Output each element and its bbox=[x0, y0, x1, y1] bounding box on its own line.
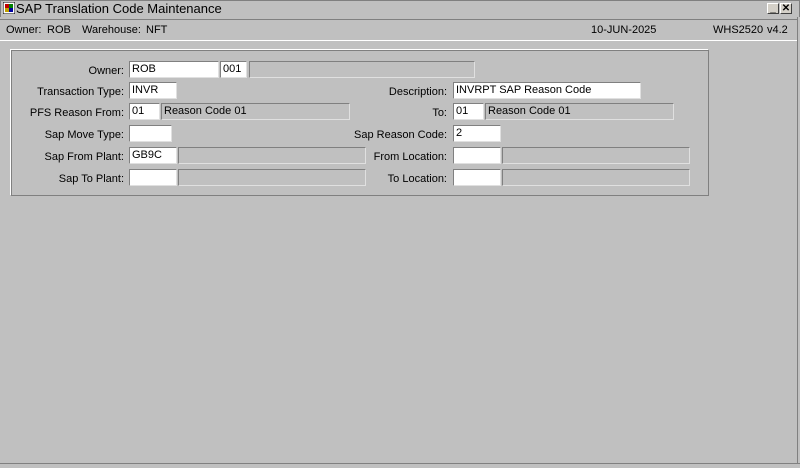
from-location-desc bbox=[502, 147, 690, 164]
transaction-type-label: Transaction Type: bbox=[37, 86, 124, 98]
owner-field[interactable]: ROB bbox=[129, 61, 219, 78]
close-button[interactable]: ✕ bbox=[780, 3, 792, 14]
transaction-type-field[interactable]: INVR bbox=[129, 82, 177, 99]
sap-to-plant-field[interactable] bbox=[129, 169, 177, 186]
window-title: SAP Translation Code Maintenance bbox=[16, 1, 222, 16]
to-field[interactable]: 01 bbox=[453, 103, 484, 120]
status-warehouse-value: NFT bbox=[146, 24, 168, 36]
to-location-desc bbox=[502, 169, 690, 186]
from-location-label: From Location: bbox=[373, 151, 447, 163]
status-bar: Owner: ROB Warehouse: NFT 10-JUN-2025 WH… bbox=[0, 19, 798, 41]
status-owner-value: ROB bbox=[47, 24, 71, 36]
sap-from-plant-field[interactable]: GB9C bbox=[129, 147, 177, 164]
status-date: 10-JUN-2025 bbox=[591, 24, 657, 36]
sap-from-plant-label: Sap From Plant: bbox=[44, 151, 124, 163]
owner-code-field[interactable]: 001 bbox=[220, 61, 247, 78]
sap-reason-code-label: Sap Reason Code: bbox=[354, 129, 447, 141]
sap-move-type-field[interactable] bbox=[129, 125, 172, 142]
app-icon bbox=[3, 2, 15, 14]
sap-to-plant-label: Sap To Plant: bbox=[58, 173, 124, 185]
sap-move-type-label: Sap Move Type: bbox=[44, 129, 124, 141]
to-label: To: bbox=[432, 107, 447, 119]
owner-name-display bbox=[249, 61, 475, 78]
from-location-field[interactable] bbox=[453, 147, 501, 164]
description-label: Description: bbox=[388, 86, 447, 98]
minimize-button[interactable]: _ bbox=[767, 3, 779, 14]
owner-label: Owner: bbox=[88, 65, 124, 77]
to-location-label: To Location: bbox=[387, 173, 447, 185]
window-bottom-border bbox=[0, 463, 800, 468]
status-module: WHS2520 bbox=[713, 24, 764, 36]
pfs-reason-from-desc: Reason Code 01 bbox=[161, 103, 350, 120]
pfs-reason-from-label: PFS Reason From: bbox=[29, 107, 124, 119]
sap-from-plant-desc bbox=[178, 147, 366, 164]
status-warehouse-label: Warehouse: bbox=[82, 24, 141, 36]
close-icon: ✕ bbox=[781, 3, 791, 14]
status-owner-label: Owner: bbox=[6, 24, 42, 36]
title-bar: SAP Translation Code Maintenance _ ✕ bbox=[0, 0, 800, 17]
minimize-icon: _ bbox=[770, 3, 776, 14]
sap-to-plant-desc bbox=[178, 169, 366, 186]
to-desc: Reason Code 01 bbox=[485, 103, 674, 120]
status-version: v4.2 bbox=[767, 24, 788, 36]
sap-reason-code-field[interactable]: 2 bbox=[453, 125, 501, 142]
window-right-border bbox=[797, 17, 798, 464]
to-location-field[interactable] bbox=[453, 169, 501, 186]
pfs-reason-from-field[interactable]: 01 bbox=[129, 103, 160, 120]
description-field[interactable]: INVRPT SAP Reason Code bbox=[453, 82, 641, 99]
